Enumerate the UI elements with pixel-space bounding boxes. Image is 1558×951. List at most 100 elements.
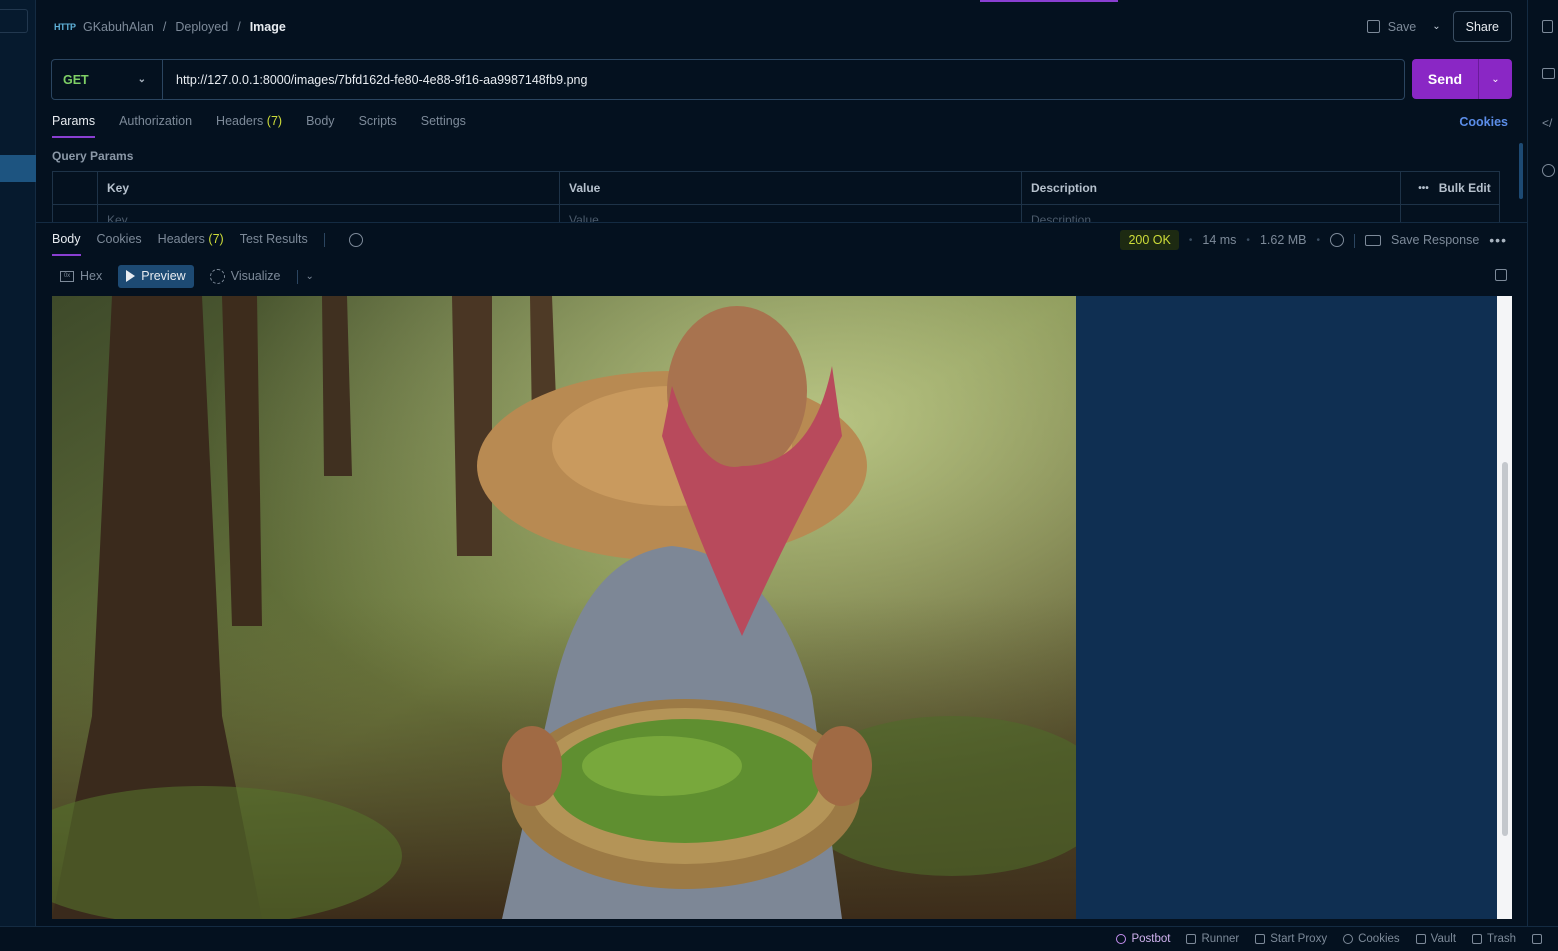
param-key-input[interactable]: Key: [98, 205, 560, 223]
request-scrollbar[interactable]: [1519, 143, 1523, 199]
row-checkbox-column: [53, 172, 98, 204]
separator-dot: •: [1246, 234, 1250, 246]
bulk-edit-button[interactable]: ••• Bulk Edit: [1401, 172, 1499, 204]
response-tabs: Body Cookies Headers (7) Test Results: [52, 232, 363, 256]
trash-button[interactable]: Trash: [1472, 933, 1516, 945]
send-options-chevron-icon[interactable]: ⌄: [1479, 59, 1512, 99]
more-icon: •••: [1418, 182, 1429, 194]
tab-scripts[interactable]: Scripts: [359, 114, 397, 138]
breadcrumb-separator: /: [162, 20, 167, 34]
chevron-down-icon[interactable]: ⌄: [306, 271, 314, 282]
visualize-label: Visualize: [230, 269, 281, 283]
divider: [1354, 233, 1356, 248]
row-actions: [1401, 205, 1499, 223]
response-time[interactable]: 14 ms: [1202, 233, 1236, 247]
tab-body[interactable]: Body: [306, 114, 335, 138]
comments-icon[interactable]: [1542, 68, 1555, 79]
tab-response-cookies[interactable]: Cookies: [97, 232, 142, 256]
preview-button[interactable]: Preview: [118, 264, 194, 288]
cookies-link[interactable]: Cookies: [1459, 115, 1508, 129]
trash-label: Trash: [1487, 933, 1516, 945]
sidebar-search-input[interactable]: [0, 9, 28, 33]
response-preview: [52, 296, 1512, 919]
table-row: Key Value Description: [53, 205, 1499, 223]
tab-headers-count: (7): [266, 114, 283, 128]
tab-authorization[interactable]: Authorization: [119, 114, 192, 138]
view-mode-toolbar: 0x Hex Preview Visualize ⌄: [52, 264, 314, 288]
preview-scrollbar[interactable]: [1497, 296, 1512, 919]
copy-icon[interactable]: [1495, 269, 1507, 281]
preview-label: Preview: [141, 269, 186, 283]
method-select[interactable]: GET ⌄: [52, 60, 163, 99]
sidebar-selected-item[interactable]: [0, 155, 36, 182]
globe-icon[interactable]: [1330, 233, 1345, 247]
tab-params[interactable]: Params: [52, 114, 96, 138]
right-sidebar-rail: </: [1527, 0, 1558, 926]
method-label: GET: [63, 72, 89, 87]
trash-icon: [1472, 934, 1483, 944]
bulk-edit-label: Bulk Edit: [1438, 181, 1491, 195]
layout-icon: [1532, 934, 1542, 944]
status-bar: Postbot Runner Start Proxy Cookies Vault…: [0, 926, 1558, 951]
documentation-icon[interactable]: [1542, 20, 1553, 33]
send-button[interactable]: Send: [1412, 59, 1479, 99]
hex-label: Hex: [80, 269, 103, 283]
visualize-button[interactable]: Visualize: [202, 265, 289, 288]
proxy-icon: [1255, 934, 1266, 944]
more-icon[interactable]: •••: [1489, 232, 1507, 248]
active-tab-indicator: [980, 0, 1118, 2]
tab-test-results[interactable]: Test Results: [240, 232, 308, 256]
chevron-down-icon: ⌄: [137, 74, 146, 85]
param-description-input[interactable]: Description: [1022, 205, 1401, 223]
divider: [296, 269, 298, 284]
tab-response-headers-label: Headers: [157, 232, 205, 246]
breadcrumb-request[interactable]: Image: [250, 20, 286, 34]
history-icon[interactable]: [348, 233, 363, 247]
breadcrumb: HTTP GKabuhAlan / Deployed / Image: [54, 17, 286, 37]
cookies-label: Cookies: [1358, 933, 1400, 945]
vault-label: Vault: [1430, 933, 1457, 945]
breadcrumb-separator: /: [237, 20, 241, 34]
url-input[interactable]: http://127.0.0.1:8000/images/7bfd162d-fe…: [163, 73, 587, 87]
row-checkbox[interactable]: [53, 205, 98, 223]
runner-label: Runner: [1201, 933, 1240, 945]
save-response-button[interactable]: Save Response: [1391, 233, 1479, 247]
breadcrumb-collection[interactable]: Deployed: [175, 20, 228, 34]
response-meta: 200 OK • 14 ms • 1.62 MB • Save Response…: [1120, 230, 1507, 250]
layout-toggle-button[interactable]: [1532, 934, 1542, 944]
save-label: Save: [1387, 19, 1417, 34]
code-icon[interactable]: </: [1542, 116, 1556, 130]
share-button[interactable]: Share: [1452, 11, 1512, 42]
runner-button[interactable]: Runner: [1186, 933, 1239, 945]
cookies-button[interactable]: Cookies: [1343, 933, 1400, 945]
divider: [323, 233, 325, 247]
query-params-title: Query Params: [52, 149, 134, 163]
request-tabs: Params Authorization Headers (7) Body Sc…: [52, 114, 466, 138]
postbot-icon: [1116, 934, 1127, 944]
scrollbar-thumb[interactable]: [1502, 462, 1508, 836]
param-value-input[interactable]: Value: [560, 205, 1022, 223]
query-params-table: Key Value Description ••• Bulk Edit Key …: [52, 171, 1500, 223]
postbot-button[interactable]: Postbot: [1116, 933, 1170, 945]
hex-button[interactable]: 0x Hex: [52, 265, 110, 288]
start-proxy-button[interactable]: Start Proxy: [1255, 933, 1327, 945]
save-button[interactable]: Save ⌄: [1366, 19, 1441, 34]
tab-settings[interactable]: Settings: [421, 114, 466, 138]
response-size[interactable]: 1.62 MB: [1260, 233, 1307, 247]
vault-button[interactable]: Vault: [1415, 933, 1457, 945]
send-button-group: Send ⌄: [1412, 59, 1512, 99]
vault-icon: [1415, 934, 1426, 944]
separator-dot: •: [1188, 234, 1193, 246]
tab-headers-label: Headers: [216, 114, 264, 128]
tab-response-headers-count: (7): [208, 232, 224, 246]
main-workspace: HTTP GKabuhAlan / Deployed / Image Save …: [36, 0, 1527, 926]
separator-dot: •: [1316, 234, 1321, 246]
chevron-down-icon[interactable]: ⌄: [1432, 21, 1440, 32]
tab-headers[interactable]: Headers (7): [216, 114, 282, 138]
info-icon[interactable]: [1542, 164, 1555, 177]
breadcrumb-workspace[interactable]: GKabuhAlan: [83, 20, 154, 34]
tab-response-headers[interactable]: Headers (7): [158, 232, 224, 256]
column-value: Value: [560, 172, 1022, 204]
status-badge[interactable]: 200 OK: [1120, 230, 1179, 250]
tab-response-body[interactable]: Body: [52, 232, 81, 256]
